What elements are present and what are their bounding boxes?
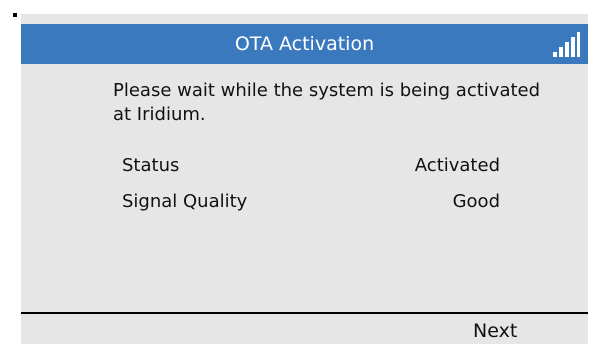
softkey-divider — [21, 312, 588, 314]
signal-quality-value: Good — [452, 191, 500, 212]
signal-strength-icon — [553, 32, 580, 57]
status-value: Activated — [414, 155, 500, 176]
next-softkey[interactable]: Next — [473, 318, 543, 344]
title-bar: OTA Activation — [21, 24, 588, 64]
activation-message: Please wait while the system is being ac… — [113, 80, 541, 125]
status-row: Status Activated — [122, 152, 500, 180]
signal-quality-label: Signal Quality — [122, 191, 248, 212]
status-label: Status — [122, 155, 180, 176]
corner-marker — [13, 13, 17, 17]
device-screen: OTA Activation Please wait while the sys… — [21, 14, 588, 344]
page-title: OTA Activation — [234, 33, 375, 55]
signal-quality-row: Signal Quality Good — [122, 188, 500, 216]
